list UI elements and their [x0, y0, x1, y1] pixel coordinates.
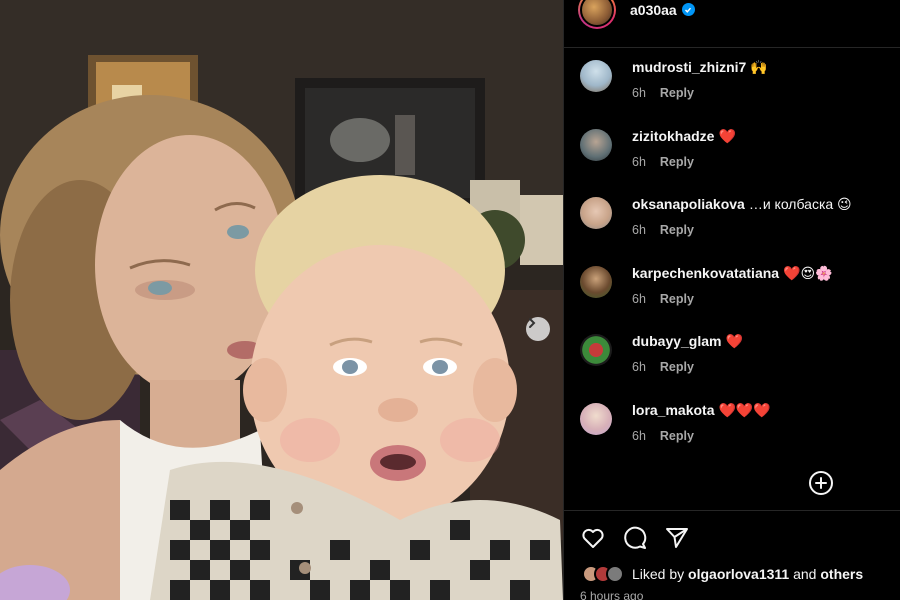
post-timestamp: 6 hours ago: [580, 589, 644, 600]
reply-button[interactable]: Reply: [660, 223, 694, 237]
comment-text: ❤️: [725, 333, 743, 349]
post-photo: [0, 0, 563, 600]
commenter-username[interactable]: dubayy_glam: [632, 333, 721, 349]
commenter-username[interactable]: lora_makota: [632, 402, 714, 418]
action-buttons: [564, 511, 900, 551]
reply-button[interactable]: Reply: [660, 360, 694, 374]
comment-item: oksanapoliakova …и колбаска 😉 6h Reply: [580, 195, 884, 264]
commenter-avatar[interactable]: [580, 334, 612, 366]
comment-time: 6h: [632, 223, 646, 237]
comment-item: zizitokhadze ❤️ 6h Reply: [580, 127, 884, 196]
comment-icon: [624, 526, 647, 549]
commenter-username[interactable]: oksanapoliakova: [632, 196, 745, 212]
comment-time: 6h: [632, 360, 646, 374]
load-more-comments-button[interactable]: [808, 470, 834, 496]
comment-text: ❤️❤️❤️: [718, 401, 771, 418]
like-button[interactable]: [580, 525, 606, 551]
comment-list: mudrosti_zhizni7 🙌 6h Reply zizitokhadze ❤…: [564, 48, 900, 469]
comment-item: dubayy_glam ❤️ 6h Reply: [580, 332, 884, 401]
liker-avatar: [606, 565, 624, 583]
chevron-right-icon: [529, 318, 536, 328]
comment-button[interactable]: [622, 525, 648, 551]
commenter-username[interactable]: zizitokhadze: [632, 128, 714, 144]
commenter-avatar[interactable]: [580, 265, 612, 298]
commenter-username[interactable]: karpechenkovatatiana: [632, 265, 779, 281]
commenter-avatar[interactable]: [580, 60, 612, 92]
post-header: a030aa: [564, 0, 900, 48]
commenter-avatar[interactable]: [580, 197, 612, 229]
comment-text: ❤️😍🌸: [783, 264, 833, 281]
author-avatar[interactable]: [578, 0, 616, 29]
reply-button[interactable]: Reply: [660, 155, 694, 169]
comment-item: mudrosti_zhizni7 🙌 6h Reply: [580, 58, 884, 127]
heart-icon: [582, 528, 604, 548]
comment-text: ❤️: [718, 127, 736, 144]
reply-button[interactable]: Reply: [660, 292, 694, 306]
comment-text: 🙌: [750, 59, 768, 75]
comment-time: 6h: [632, 86, 646, 100]
likes-conjunction: and: [793, 566, 817, 582]
comment-item: karpechenkovatatiana ❤️😍🌸 6h Reply: [580, 264, 884, 333]
add-circle-icon: [809, 471, 833, 495]
comment-item: lora_makota ❤️❤️❤️ 6h Reply: [580, 401, 884, 470]
carousel-next-button[interactable]: [526, 317, 550, 341]
likes-others-link[interactable]: others: [820, 566, 863, 582]
commenter-username[interactable]: mudrosti_zhizni7: [632, 59, 746, 75]
reply-button[interactable]: Reply: [660, 86, 694, 100]
post-actions-section: Liked by olgaorlova1311 and others 6 hou…: [564, 510, 900, 600]
comment-time: 6h: [632, 154, 646, 169]
liker-avatars: [582, 565, 632, 583]
author-username-text[interactable]: a030aa: [630, 2, 677, 18]
share-button[interactable]: [664, 525, 690, 551]
reply-button[interactable]: Reply: [660, 429, 694, 443]
liker-username[interactable]: olgaorlova1311: [688, 566, 789, 582]
commenter-avatar[interactable]: [580, 402, 612, 435]
send-icon: [666, 528, 688, 548]
commenter-avatar[interactable]: [580, 128, 612, 161]
author-username[interactable]: a030aa: [630, 2, 695, 18]
photo-illustration: [0, 0, 563, 600]
likes-summary: Liked by olgaorlova1311 and others: [564, 551, 900, 583]
likes-prefix: Liked by: [632, 566, 685, 582]
comment-time: 6h: [632, 428, 646, 443]
verified-badge-icon: [681, 3, 695, 16]
comment-text: …и колбаска 😉: [748, 196, 852, 212]
post-side-panel: a030aa mudrosti_zhizni7 🙌 6h Reply zizit…: [563, 0, 900, 600]
comment-time: 6h: [632, 291, 646, 306]
